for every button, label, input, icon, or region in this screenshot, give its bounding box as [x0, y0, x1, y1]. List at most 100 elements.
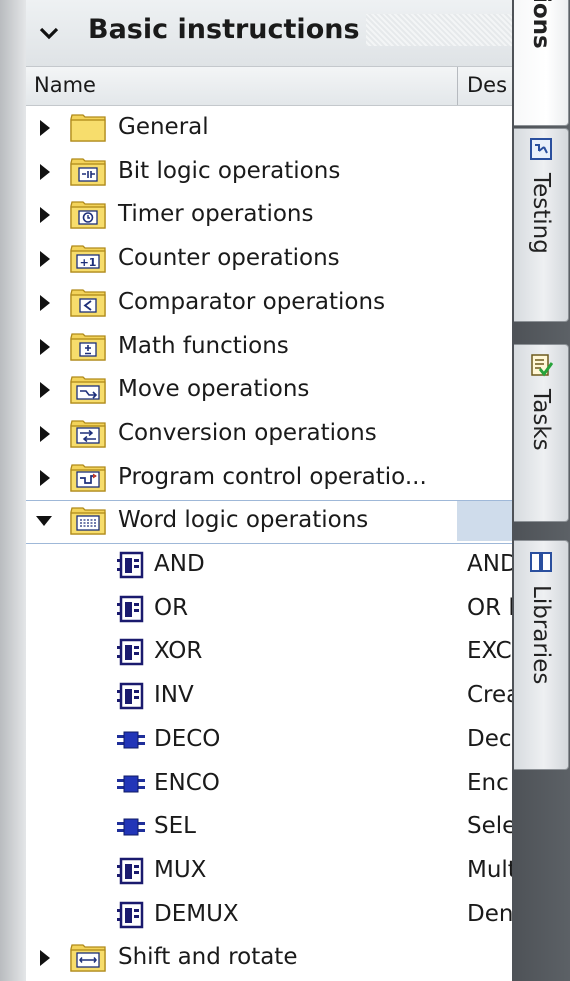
- column-name-header[interactable]: Name: [34, 73, 96, 97]
- instruction-description: OR l: [467, 595, 512, 621]
- instruction-label: DECO: [154, 726, 221, 752]
- word-logic-folder-icon: [70, 507, 106, 535]
- collapsed-arrow-icon[interactable]: [38, 163, 52, 181]
- category-label: Conversion operations: [118, 420, 377, 446]
- collapsed-arrow-icon[interactable]: [38, 469, 52, 487]
- instruction-label: XOR: [154, 638, 203, 664]
- header-hatch: [366, 14, 512, 46]
- category-label: Math functions: [118, 333, 289, 359]
- tab-libraries-label: Libraries: [528, 585, 554, 685]
- testing-icon: [530, 138, 552, 160]
- box-instruction-icon: [117, 551, 144, 579]
- math-folder-icon: [70, 333, 106, 361]
- tree-category[interactable]: Move operations: [26, 368, 512, 412]
- timer-folder-icon: [70, 201, 106, 229]
- instruction-description: Mult: [467, 857, 512, 883]
- column-separator[interactable]: [457, 67, 458, 105]
- collapsed-arrow-icon[interactable]: [38, 206, 52, 224]
- instruction-row[interactable]: DECO Dec: [26, 718, 512, 762]
- collapsed-arrow-icon[interactable]: [38, 250, 52, 268]
- category-label: Counter operations: [118, 245, 340, 271]
- box-instruction-icon: [117, 638, 144, 666]
- instruction-label: MUX: [154, 857, 207, 883]
- category-label: Comparator operations: [118, 289, 386, 315]
- section-header[interactable]: Basic instructions: [26, 0, 512, 67]
- instruction-label: INV: [154, 682, 194, 708]
- section-title: Basic instructions: [88, 14, 360, 45]
- instruction-row[interactable]: ENCO Enc: [26, 762, 512, 806]
- bit-logic-folder-icon: [70, 158, 106, 186]
- tab-tasks[interactable]: Tasks: [514, 344, 569, 522]
- instruction-description: Dec: [467, 726, 512, 752]
- conversion-folder-icon: [70, 420, 106, 448]
- instruction-description: Enc: [467, 770, 509, 796]
- tree-category[interactable]: +1 Counter operations: [26, 237, 512, 281]
- tree-category[interactable]: Bit logic operations: [26, 150, 512, 194]
- tree-category[interactable]: Conversion operations: [26, 412, 512, 456]
- instruction-row[interactable]: XOR EXC: [26, 630, 512, 674]
- instruction-row[interactable]: OR OR l: [26, 587, 512, 631]
- box-instruction-icon: [117, 595, 144, 623]
- blue-block-icon: [117, 731, 145, 749]
- box-instruction-icon: [117, 682, 144, 710]
- tasks-icon: [531, 354, 553, 377]
- selection-highlight-desc: [457, 501, 512, 541]
- instruction-row[interactable]: INV Crea: [26, 674, 512, 718]
- instruction-description: Crea: [467, 682, 512, 708]
- collapsed-arrow-icon[interactable]: [38, 294, 52, 312]
- instruction-description: Sele: [467, 813, 512, 839]
- instruction-row[interactable]: MUX Mult: [26, 849, 512, 893]
- instructions-panel: Basic instructions Name Des General Bit l…: [26, 0, 512, 981]
- collapsed-arrow-icon[interactable]: [38, 338, 52, 356]
- tab-libraries[interactable]: Libraries: [514, 540, 569, 770]
- move-folder-icon: [70, 376, 106, 404]
- category-label: Shift and rotate: [118, 944, 298, 970]
- collapsed-arrow-icon[interactable]: [38, 425, 52, 443]
- tab-tasks-label: Tasks: [528, 389, 554, 451]
- tree-category[interactable]: Program control operatio...: [26, 456, 512, 500]
- instruction-description: Den: [467, 901, 512, 927]
- tree-category[interactable]: Shift and rotate: [26, 936, 512, 980]
- tab-instructions-label: ions: [528, 0, 554, 49]
- instruction-description: EXC: [467, 638, 512, 664]
- blue-block-icon: [117, 775, 145, 793]
- collapsed-arrow-icon[interactable]: [38, 949, 52, 967]
- instruction-tree: General Bit logic operations Timer operati…: [26, 106, 512, 981]
- category-label: Bit logic operations: [118, 158, 341, 184]
- category-label: Word logic operations: [118, 507, 369, 533]
- panel-left-edge: [0, 0, 26, 981]
- collapsed-arrow-icon[interactable]: [38, 119, 52, 137]
- column-description-header[interactable]: Des: [467, 73, 507, 97]
- chevron-down-icon[interactable]: [38, 18, 60, 48]
- counter-folder-icon: +1: [70, 245, 106, 273]
- expanded-arrow-icon[interactable]: [34, 514, 54, 528]
- category-label: General: [118, 114, 209, 140]
- tab-instructions[interactable]: ions: [514, 0, 569, 126]
- instruction-label: AND: [154, 551, 205, 577]
- column-header: Name Des: [26, 67, 512, 106]
- tree-category[interactable]: General: [26, 106, 512, 150]
- tab-testing-label: Testing: [528, 173, 554, 254]
- category-label: Program control operatio...: [118, 464, 427, 490]
- instruction-row[interactable]: DEMUX Den: [26, 893, 512, 937]
- instruction-description: AND: [467, 551, 512, 577]
- category-label: Timer operations: [118, 201, 314, 227]
- program-control-folder-icon: [70, 464, 106, 492]
- instruction-label: DEMUX: [154, 901, 239, 927]
- tree-category[interactable]: Timer operations: [26, 193, 512, 237]
- box-instruction-icon: [117, 901, 144, 929]
- instruction-row[interactable]: AND AND: [26, 543, 512, 587]
- shift-rotate-folder-icon: [70, 944, 106, 972]
- tab-testing[interactable]: Testing: [514, 128, 569, 322]
- tree-category-expanded[interactable]: Word logic operations: [26, 499, 512, 544]
- tree-category[interactable]: Math functions: [26, 325, 512, 369]
- instruction-label: OR: [154, 595, 189, 621]
- category-label: Move operations: [118, 376, 310, 402]
- collapsed-arrow-icon[interactable]: [38, 381, 52, 399]
- instruction-row[interactable]: SEL Sele: [26, 805, 512, 849]
- instruction-label: SEL: [154, 813, 196, 839]
- folder-icon: [70, 114, 106, 142]
- svg-text:+1: +1: [80, 256, 97, 269]
- instruction-label: ENCO: [154, 770, 220, 796]
- tree-category[interactable]: Comparator operations: [26, 281, 512, 325]
